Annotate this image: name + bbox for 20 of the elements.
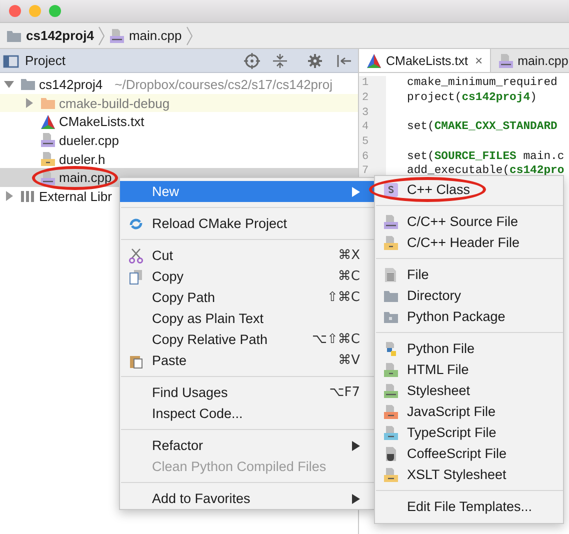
code-line: cmake_minimum_required	[407, 77, 558, 90]
line-number: 1	[359, 76, 386, 91]
tree-label: cmake-build-debug	[59, 96, 170, 111]
panel-title: Project	[25, 53, 66, 68]
tree-label: cs142proj4	[39, 76, 103, 92]
project-path: ~/Dropbox/courses/cs2/s17/cs142proj	[114, 76, 332, 92]
line-number: 4	[359, 120, 386, 135]
tree-label: External Libr	[39, 188, 112, 204]
line-number: 3	[359, 105, 386, 120]
tree-label: dueler.cpp	[59, 132, 119, 148]
code-line: add_executable(cs142pro	[407, 165, 564, 178]
tree-label: main.cpp	[59, 170, 112, 186]
tree-label: CMakeLists.txt	[59, 114, 144, 130]
code-line: project(cs142proj4)	[407, 92, 537, 104]
code-line: set(CMAKE_CXX_STANDARD	[407, 121, 558, 134]
line-number: 6	[359, 149, 386, 164]
line-number: 2	[359, 90, 386, 106]
tree-label: dueler.h	[59, 152, 106, 167]
code-line: set(SOURCE_FILES main.c	[407, 150, 564, 163]
line-number: 5	[359, 134, 386, 150]
